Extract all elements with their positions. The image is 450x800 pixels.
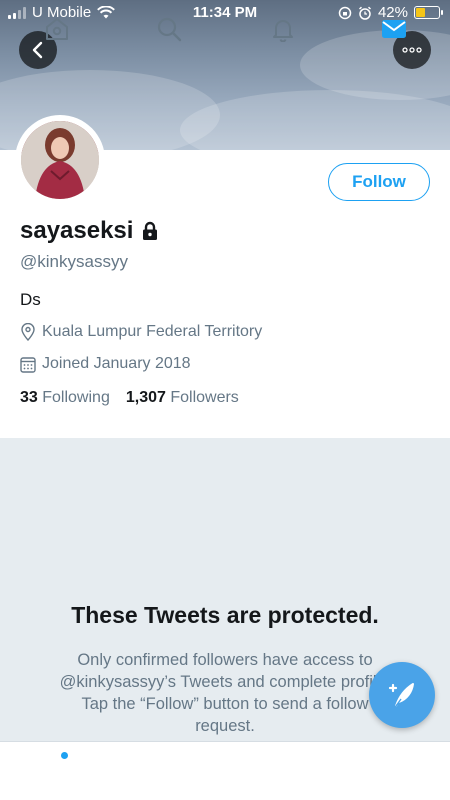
followers-label: Followers	[170, 389, 239, 406]
notifications-icon	[273, 20, 293, 42]
following-link[interactable]: 33 Following	[20, 389, 110, 407]
tab-notifications[interactable]	[268, 14, 298, 44]
signal-icon	[8, 6, 26, 19]
bio: Ds	[20, 290, 41, 309]
messages-icon	[382, 20, 406, 38]
display-name: sayaseksi	[20, 217, 134, 244]
rotation-lock-icon	[338, 6, 352, 19]
search-icon	[157, 17, 182, 42]
avatar[interactable]	[17, 117, 103, 203]
battery-icon	[414, 6, 443, 19]
home-icon	[46, 18, 68, 40]
lock-icon	[143, 221, 158, 240]
more-icon	[402, 47, 422, 53]
compose-feather-icon	[388, 683, 414, 707]
tab-search[interactable]	[154, 14, 184, 44]
location-pin-icon	[21, 323, 35, 341]
location-text: Kuala Lumpur Federal Territory	[42, 323, 263, 340]
followers-count: 1,307	[125, 389, 166, 406]
following-count: 33	[20, 389, 38, 406]
wifi-icon	[97, 6, 116, 19]
follow-button[interactable]: Follow	[328, 163, 430, 201]
compose-tweet-button[interactable]	[369, 662, 435, 728]
joined-text: Joined January 2018	[42, 355, 191, 372]
protected-body: Only confirmed followers have access to …	[59, 651, 391, 735]
bottom-tab-bar	[0, 741, 450, 800]
new-tweets-indicator	[61, 752, 68, 759]
tab-messages[interactable]	[379, 14, 409, 44]
followers-link[interactable]: 1,307 Followers	[126, 389, 239, 407]
protected-title: These Tweets are protected.	[71, 602, 379, 628]
alarm-icon	[358, 6, 371, 20]
avatar-image	[21, 121, 99, 199]
calendar-icon	[20, 356, 36, 373]
tab-home[interactable]	[42, 14, 72, 44]
following-label: Following	[42, 389, 110, 406]
handle: @kinkysassyy	[20, 252, 128, 271]
